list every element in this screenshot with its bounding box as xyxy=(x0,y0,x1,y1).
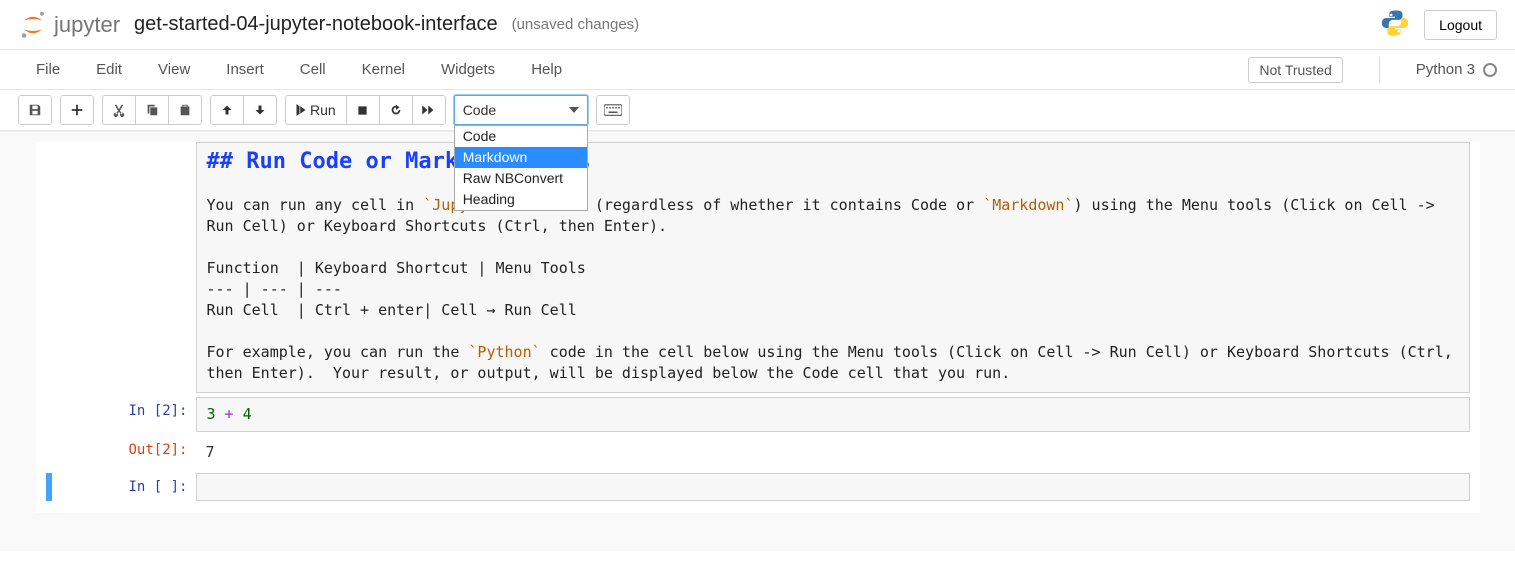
notebook-container: ## Run Code or Markdown Cells You can ru… xyxy=(0,131,1515,551)
cell-type-option-raw[interactable]: Raw NBConvert xyxy=(455,168,587,189)
menubar: File Edit View Insert Cell Kernel Widget… xyxy=(0,50,1515,90)
cell-type-value: Code xyxy=(463,102,496,118)
code-cell[interactable]: In [2]: 3 + 4 xyxy=(46,397,1470,432)
kernel-indicator[interactable]: Python 3 xyxy=(1379,57,1497,83)
cell-type-option-code[interactable]: Code xyxy=(455,126,587,147)
code-input[interactable]: 3 + 4 xyxy=(196,397,1470,432)
python-logo-icon xyxy=(1380,8,1410,41)
menu-edit[interactable]: Edit xyxy=(78,53,140,86)
input-prompt: In [ ]: xyxy=(52,473,196,495)
menu-insert[interactable]: Insert xyxy=(208,53,282,86)
cell-type-dropdown: Code Markdown Raw NBConvert Heading xyxy=(454,125,588,211)
jupyter-logo-icon xyxy=(18,10,48,40)
interrupt-button[interactable] xyxy=(346,95,380,125)
cut-button[interactable] xyxy=(102,95,136,125)
keyboard-icon xyxy=(604,104,622,116)
kernel-name: Python 3 xyxy=(1416,61,1475,78)
code-cell-empty[interactable]: In [ ]: xyxy=(46,473,1470,501)
cut-icon xyxy=(112,103,126,117)
toolbar: Run Code Code Markdown Raw NBConvert Hea… xyxy=(0,90,1515,131)
chevron-down-icon xyxy=(569,107,579,113)
stop-icon xyxy=(357,105,368,116)
run-icon xyxy=(296,104,306,116)
save-icon xyxy=(28,103,42,117)
not-trusted-badge[interactable]: Not Trusted xyxy=(1248,57,1342,83)
menu-cell[interactable]: Cell xyxy=(282,53,344,86)
kernel-status-icon xyxy=(1483,63,1497,77)
menu-kernel[interactable]: Kernel xyxy=(344,53,423,86)
run-button[interactable]: Run xyxy=(285,95,347,125)
logout-button[interactable]: Logout xyxy=(1424,10,1497,40)
output-row: Out[2]: 7 xyxy=(46,436,1470,469)
logo-text: jupyter xyxy=(54,12,120,38)
code-input[interactable] xyxy=(196,473,1470,501)
save-button[interactable] xyxy=(18,95,52,125)
menu-help[interactable]: Help xyxy=(513,53,580,86)
command-palette-button[interactable] xyxy=(596,95,630,125)
menu-view[interactable]: View xyxy=(140,53,208,86)
restart-icon xyxy=(389,103,403,117)
cell-type-selector[interactable]: Code Code Markdown Raw NBConvert Heading xyxy=(454,95,588,125)
run-label: Run xyxy=(310,102,336,118)
restart-button[interactable] xyxy=(379,95,413,125)
input-prompt: In [2]: xyxy=(46,397,196,419)
markdown-cell[interactable]: ## Run Code or Markdown Cells You can ru… xyxy=(46,142,1470,393)
plus-icon xyxy=(70,103,84,117)
jupyter-logo[interactable]: jupyter xyxy=(18,10,120,40)
move-up-button[interactable] xyxy=(210,95,244,125)
cell-prompt xyxy=(46,142,196,148)
restart-run-all-button[interactable] xyxy=(412,95,446,125)
cell-type-option-markdown[interactable]: Markdown xyxy=(455,147,587,168)
markdown-source[interactable]: ## Run Code or Markdown Cells You can ru… xyxy=(196,142,1470,393)
add-cell-button[interactable] xyxy=(60,95,94,125)
paste-button[interactable] xyxy=(168,95,202,125)
copy-icon xyxy=(145,103,159,117)
menu-file[interactable]: File xyxy=(18,53,78,86)
arrow-up-icon xyxy=(221,104,233,116)
fast-forward-icon xyxy=(422,104,436,116)
save-status: (unsaved changes) xyxy=(512,16,640,33)
menu-widgets[interactable]: Widgets xyxy=(423,53,513,86)
notebook-name[interactable]: get-started-04-jupyter-notebook-interfac… xyxy=(134,13,498,36)
output-prompt: Out[2]: xyxy=(46,436,196,458)
arrow-down-icon xyxy=(254,104,266,116)
code-output: 7 xyxy=(196,436,1470,469)
paste-icon xyxy=(178,103,192,117)
copy-button[interactable] xyxy=(135,95,169,125)
cell-type-option-heading[interactable]: Heading xyxy=(455,189,587,210)
header: jupyter get-started-04-jupyter-notebook-… xyxy=(0,0,1515,50)
move-down-button[interactable] xyxy=(243,95,277,125)
